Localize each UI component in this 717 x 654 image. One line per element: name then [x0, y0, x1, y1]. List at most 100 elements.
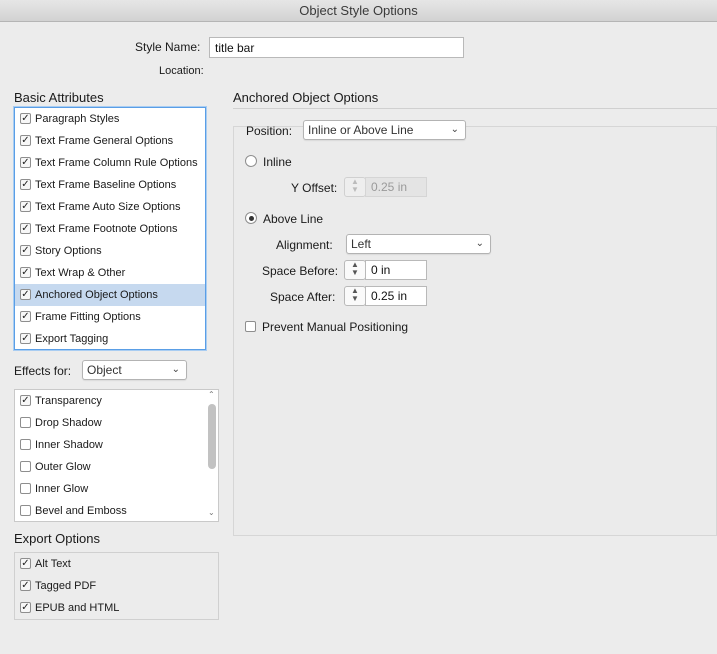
list-item[interactable]: ✓ Paragraph Styles	[15, 108, 205, 130]
list-item-label: Text Frame General Options	[35, 135, 174, 147]
space-before-stepper[interactable]: ▲ ▼	[344, 260, 366, 280]
list-item-label: Drop Shadow	[35, 417, 102, 429]
position-dropdown[interactable]: Inline or Above Line ⌄	[303, 120, 466, 140]
list-item[interactable]: ✓ Frame Fitting Options	[15, 306, 205, 328]
list-item-label: Transparency	[35, 395, 102, 407]
list-item-label: Export Tagging	[35, 333, 109, 345]
list-item-label: Text Frame Footnote Options	[35, 223, 178, 235]
checked-checkbox[interactable]: ✓	[20, 601, 31, 613]
effects-list[interactable]: ✓ Transparency Drop Shadow Inner Shadow Oute…	[14, 389, 219, 522]
list-item[interactable]: Inner Shadow	[15, 434, 218, 456]
list-item[interactable]: ✓ Alt Text	[15, 553, 218, 575]
space-before-label: Space Before:	[262, 264, 339, 278]
checked-checkbox[interactable]: ✓	[20, 266, 31, 278]
basic-attributes-heading: Basic Attributes	[14, 90, 104, 105]
y-offset-stepper: ▲ ▼	[344, 177, 366, 197]
list-item[interactable]: ✓ Text Frame Footnote Options	[15, 218, 205, 240]
checked-checkbox[interactable]: ✓	[20, 112, 31, 124]
inline-label: Inline	[263, 155, 292, 169]
list-item-label: Text Frame Auto Size Options	[35, 201, 181, 213]
list-item[interactable]: Bevel and Emboss	[15, 500, 218, 521]
space-after-field[interactable]: 0.25 in	[365, 286, 427, 306]
style-name-label: Style Name:	[135, 40, 201, 54]
heading-divider	[233, 108, 717, 109]
export-options-heading: Export Options	[14, 531, 100, 546]
alignment-label: Alignment:	[276, 238, 333, 252]
list-item-label: Text Frame Baseline Options	[35, 179, 177, 191]
checked-checkbox[interactable]: ✓	[20, 394, 31, 406]
scroll-up-icon[interactable]: ⌃	[208, 390, 215, 399]
position-value: Inline or Above Line	[308, 123, 414, 137]
list-item-label: Inner Glow	[35, 483, 89, 495]
checkbox[interactable]	[20, 416, 31, 428]
above-line-label: Above Line	[263, 212, 324, 226]
list-item-label: Paragraph Styles	[35, 113, 120, 125]
scroll-down-icon[interactable]: ⌄	[208, 508, 215, 517]
inline-radio[interactable]	[245, 155, 257, 167]
basic-attributes-list[interactable]: ✓ Paragraph Styles ✓ Text Frame General Opt…	[14, 107, 206, 350]
checked-checkbox[interactable]: ✓	[20, 288, 31, 300]
list-item-label: Story Options	[35, 245, 102, 257]
list-item[interactable]: ✓ Export Tagging	[15, 328, 205, 349]
list-item-label: Text Wrap & Other	[35, 267, 126, 279]
style-name-input[interactable]	[209, 37, 464, 58]
checkbox[interactable]	[20, 482, 31, 494]
chevron-down-icon: ⌄	[475, 238, 484, 249]
checked-checkbox[interactable]: ✓	[20, 178, 31, 190]
checked-checkbox[interactable]: ✓	[20, 134, 31, 146]
checked-checkbox[interactable]: ✓	[20, 579, 31, 591]
checked-checkbox[interactable]: ✓	[20, 310, 31, 322]
list-item[interactable]: ✓ EPUB and HTML	[15, 597, 218, 619]
list-item-label: Anchored Object Options	[35, 289, 158, 301]
effects-scrollbar[interactable]	[208, 404, 216, 469]
chevron-down-icon: ⌄	[171, 364, 180, 375]
list-item[interactable]: ✓ Tagged PDF	[15, 575, 218, 597]
window-title: Object Style Options	[0, 0, 717, 22]
list-item[interactable]: ✓ Text Frame General Options	[15, 130, 205, 152]
y-offset-field: 0.25 in	[365, 177, 427, 197]
list-item-label: Frame Fitting Options	[35, 311, 141, 323]
alignment-dropdown[interactable]: Left ⌄	[346, 234, 491, 254]
space-after-stepper[interactable]: ▲ ▼	[344, 286, 366, 306]
list-item[interactable]: ✓ Anchored Object Options	[15, 284, 205, 306]
list-item-label: Inner Shadow	[35, 439, 103, 451]
checkbox[interactable]	[20, 504, 31, 516]
effects-for-label: Effects for:	[14, 364, 72, 378]
space-after-label: Space After:	[270, 290, 336, 304]
prevent-manual-positioning-label: Prevent Manual Positioning	[262, 320, 409, 334]
checked-checkbox[interactable]: ✓	[20, 244, 31, 256]
list-item[interactable]: Inner Glow	[15, 478, 218, 500]
list-item[interactable]: ✓ Text Frame Baseline Options	[15, 174, 205, 196]
list-item-label: Bevel and Emboss	[35, 505, 127, 517]
y-offset-label: Y Offset:	[291, 181, 338, 195]
list-item[interactable]: ✓ Text Frame Auto Size Options	[15, 196, 205, 218]
checkbox[interactable]	[20, 438, 31, 450]
list-item[interactable]: ✓ Transparency	[15, 390, 218, 412]
export-options-list: ✓ Alt Text ✓ Tagged PDF ✓ EPUB and HTML	[14, 552, 219, 620]
list-item-label: Alt Text	[35, 558, 71, 570]
list-item-label: Text Frame Column Rule Options	[35, 157, 198, 169]
above-line-radio[interactable]	[245, 212, 257, 224]
anchored-options-heading: Anchored Object Options	[233, 90, 379, 105]
list-item[interactable]: ✓ Story Options	[15, 240, 205, 262]
checked-checkbox[interactable]: ✓	[20, 200, 31, 212]
list-item[interactable]: Drop Shadow	[15, 412, 218, 434]
checked-checkbox[interactable]: ✓	[20, 156, 31, 168]
checked-checkbox[interactable]: ✓	[20, 557, 31, 569]
checked-checkbox[interactable]: ✓	[20, 222, 31, 234]
position-label: Position:	[246, 124, 293, 138]
list-item-label: Tagged PDF	[35, 580, 97, 592]
alignment-value: Left	[351, 237, 372, 251]
effects-for-dropdown[interactable]: Object ⌄	[82, 360, 187, 380]
location-label: Location:	[159, 65, 204, 77]
list-item[interactable]: ✓ Text Wrap & Other	[15, 262, 205, 284]
space-before-field[interactable]: 0 in	[365, 260, 427, 280]
list-item-label: EPUB and HTML	[35, 602, 120, 614]
list-item[interactable]: ✓ Text Frame Column Rule Options	[15, 152, 205, 174]
checked-checkbox[interactable]: ✓	[20, 332, 31, 344]
chevron-down-icon: ⌄	[450, 124, 459, 135]
list-item[interactable]: Outer Glow	[15, 456, 218, 478]
checkbox[interactable]	[20, 460, 31, 472]
prevent-manual-positioning-checkbox[interactable]	[245, 321, 256, 333]
list-item-label: Outer Glow	[35, 461, 91, 473]
